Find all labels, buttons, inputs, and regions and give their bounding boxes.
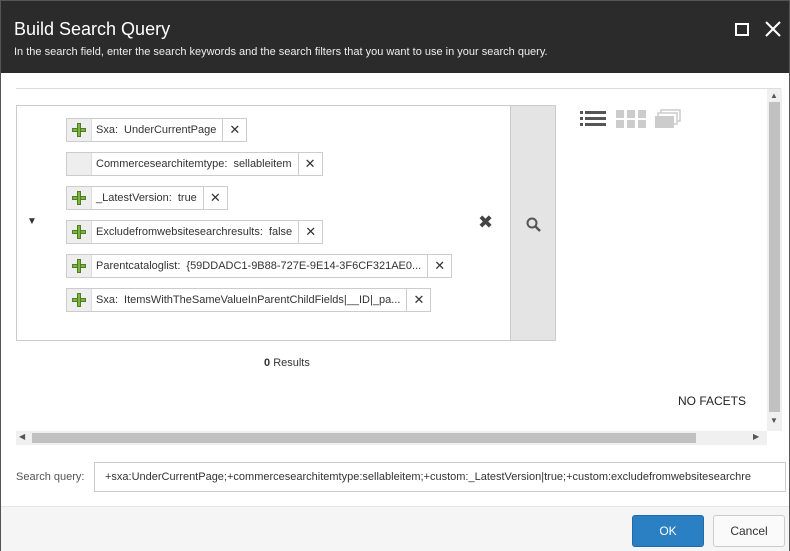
scroll-left-icon[interactable]: ◀	[19, 432, 25, 441]
token-key: _LatestVersion:	[96, 192, 172, 204]
close-icon: ✕	[305, 224, 317, 239]
token-value: true	[177, 192, 197, 204]
token-remove-button[interactable]: ✕	[427, 255, 451, 277]
search-token: _LatestVersion: true ✕	[66, 186, 228, 210]
dialog-footer: OK Cancel	[1, 506, 789, 551]
search-token: Sxa: UnderCurrentPage ✕	[66, 118, 248, 142]
list-view-icon[interactable]	[579, 109, 607, 129]
clear-all-button[interactable]: ✖	[478, 212, 493, 233]
search-icon	[526, 217, 541, 232]
token-value: UnderCurrentPage	[124, 124, 217, 136]
search-button[interactable]	[510, 106, 555, 340]
close-icon: ✕	[229, 122, 241, 137]
token-add-button[interactable]	[67, 153, 92, 175]
token-remove-button[interactable]: ✕	[297, 153, 322, 175]
search-token: Parentcataloglist: {59DDADC1-9B88-727E-9E…	[66, 254, 453, 278]
plus-icon	[72, 259, 86, 273]
token-remove-button[interactable]: ✕	[202, 187, 227, 209]
scroll-thumb[interactable]	[32, 433, 696, 443]
token-key: Sxa:	[96, 294, 119, 306]
expand-toggle-icon[interactable]: ▼	[27, 216, 37, 227]
build-search-query-dialog: Build Search Query In the search field, …	[0, 0, 790, 551]
horizontal-scrollbar[interactable]: ◀ ▶	[16, 431, 767, 445]
search-query-label: Search query:	[16, 471, 85, 483]
results-label: Results	[273, 357, 310, 369]
token-text[interactable]: Sxa: UnderCurrentPage	[92, 124, 222, 136]
token-value: ItemsWithTheSameValueInParentChildFields…	[124, 294, 401, 306]
maximize-button[interactable]	[732, 19, 754, 41]
token-add-button[interactable]	[67, 289, 92, 311]
token-value: false	[268, 226, 293, 238]
scroll-up-icon[interactable]: ▲	[770, 91, 778, 100]
dialog-title: Build Search Query	[14, 19, 171, 39]
token-remove-button[interactable]: ✕	[406, 289, 430, 311]
token-value: {59DDADC1-9B88-727E-9E14-3F6CF321AE0...	[186, 260, 422, 272]
tile-view-icon[interactable]	[655, 109, 681, 129]
plus-icon	[72, 225, 86, 239]
close-icon	[765, 21, 781, 37]
scroll-thumb[interactable]	[769, 102, 780, 412]
maximize-icon	[735, 23, 749, 36]
token-add-button[interactable]	[67, 221, 92, 243]
token-text[interactable]: Sxa: ItemsWithTheSameValueInParentChildFi…	[92, 294, 406, 306]
token-key: Sxa:	[96, 124, 119, 136]
close-icon: ✖	[478, 212, 494, 232]
token-text[interactable]: Parentcataloglist: {59DDADC1-9B88-727E-9E…	[92, 260, 427, 272]
title-bar: Build Search Query In the search field, …	[1, 1, 789, 73]
results-number: 0	[264, 357, 271, 369]
search-token: Excludefromwebsitesearchresults: false ✕	[66, 220, 324, 244]
ok-button[interactable]: OK	[632, 515, 704, 547]
search-query-input[interactable]: +sxa:UnderCurrentPage;+commercesearchite…	[94, 462, 786, 492]
token-text[interactable]: Excludefromwebsitesearchresults: false	[92, 226, 298, 238]
close-icon: ✕	[434, 258, 446, 273]
token-add-button[interactable]	[67, 255, 92, 277]
no-facets-label: NO FACETS	[678, 394, 747, 408]
token-key: Commercesearchitemtype:	[96, 158, 228, 170]
results-count: 0 Results	[264, 357, 310, 369]
token-key: Parentcataloglist:	[96, 260, 181, 272]
vertical-scrollbar[interactable]: ▲ ▼	[767, 89, 782, 431]
plus-icon	[72, 123, 86, 137]
token-add-button[interactable]	[67, 187, 92, 209]
token-key: Excludefromwebsitesearchresults:	[96, 226, 263, 238]
scroll-right-icon[interactable]: ▶	[753, 432, 759, 441]
dialog-subtitle: In the search field, enter the search ke…	[14, 46, 548, 58]
close-icon: ✕	[209, 190, 221, 205]
token-text[interactable]: _LatestVersion: true	[92, 192, 203, 204]
token-add-button[interactable]	[67, 119, 92, 141]
close-icon: ✕	[304, 156, 316, 171]
scroll-down-icon[interactable]: ▼	[770, 416, 778, 425]
cancel-button[interactable]: Cancel	[713, 515, 785, 547]
token-value: sellableitem	[233, 158, 292, 170]
search-token: Sxa: ItemsWithTheSameValueInParentChildFi…	[66, 288, 432, 312]
token-remove-button[interactable]: ✕	[298, 221, 322, 243]
grid-view-icon[interactable]	[616, 109, 646, 129]
search-token-box[interactable]: ▼ Sxa: UnderCurrentPage ✕ Commercesearchi…	[16, 105, 556, 341]
close-button[interactable]	[763, 19, 785, 41]
plus-icon	[72, 191, 86, 205]
token-text[interactable]: Commercesearchitemtype: sellableitem	[92, 158, 298, 170]
search-token: Commercesearchitemtype: sellableitem ✕	[66, 152, 323, 176]
plus-icon	[72, 293, 86, 307]
close-icon: ✕	[413, 292, 425, 307]
token-remove-button[interactable]: ✕	[222, 119, 246, 141]
